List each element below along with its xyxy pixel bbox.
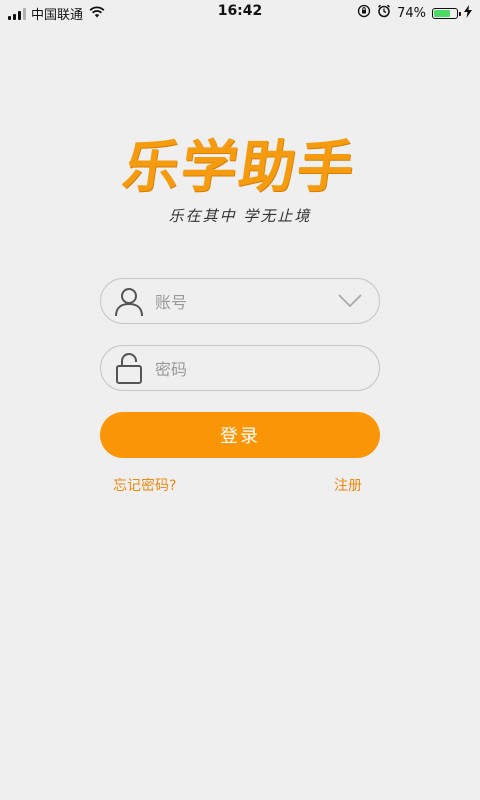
login-button[interactable]: 登录: [100, 412, 380, 458]
password-field[interactable]: 密码: [100, 345, 380, 391]
account-field[interactable]: 账号: [100, 278, 380, 324]
app-slogan: 乐在其中 学无止境: [168, 207, 312, 225]
status-bar: 中国联通 16:42 74%: [0, 0, 480, 24]
account-input[interactable]: 账号: [155, 289, 335, 313]
forgot-password-link[interactable]: 忘记密码?: [113, 475, 176, 495]
chevron-down-icon[interactable]: [335, 286, 365, 316]
app-title: 乐学助手: [118, 135, 360, 200]
app-logo: 乐学助手 乐在其中 学无止境: [0, 122, 480, 226]
battery-percent: 74%: [397, 5, 426, 21]
charging-icon: [464, 4, 472, 22]
user-icon: [111, 283, 147, 319]
lock-icon: [111, 350, 147, 386]
status-right: 74%: [357, 4, 472, 22]
alarm-icon: [377, 4, 391, 22]
password-input[interactable]: 密码: [155, 356, 379, 380]
register-link[interactable]: 注册: [334, 475, 362, 495]
rotation-lock-icon: [357, 4, 371, 22]
battery-icon: [432, 7, 461, 19]
